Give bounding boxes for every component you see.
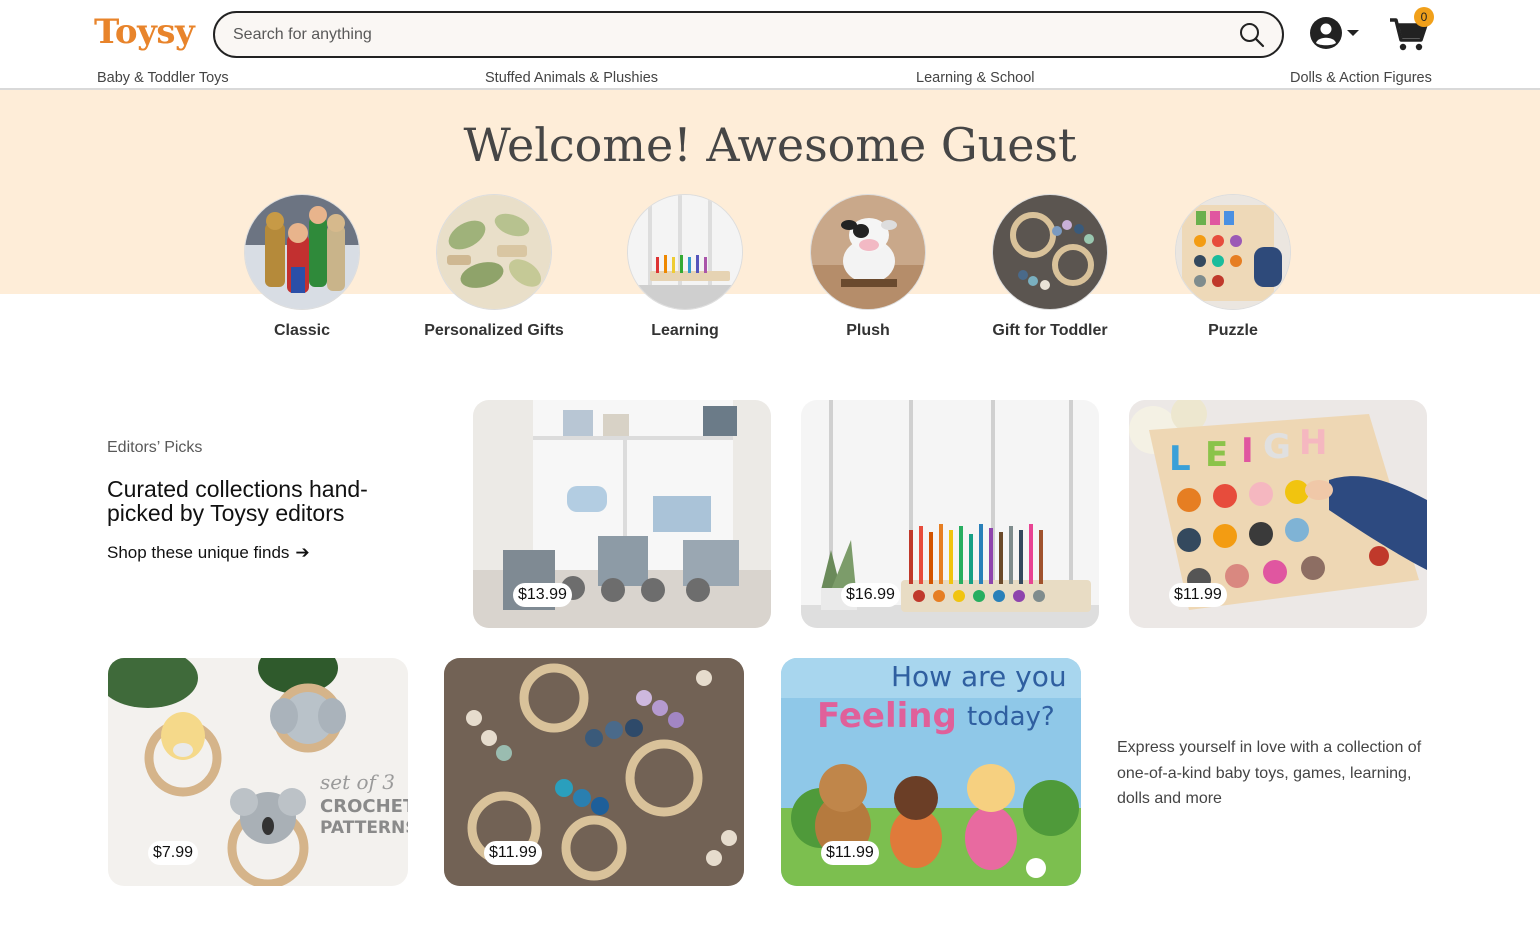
price-tag: $7.99 — [148, 841, 199, 865]
product-card[interactable]: $16.99 — [801, 400, 1099, 628]
price-tag: $11.99 — [821, 841, 879, 865]
category-learning[interactable]: Learning — [600, 194, 770, 340]
editors-picks-title: Curated collections hand-picked by Toysy… — [107, 476, 368, 526]
site-header: Toysy 0 Baby & Toddler Toys Stuffed Ani — [0, 0, 1540, 90]
svg-text:L: L — [1169, 439, 1191, 479]
arrow-right-icon: ➔ — [295, 543, 310, 562]
product-card[interactable]: set of 3 CROCHET PATTERNS $7.99 — [108, 658, 408, 886]
svg-text:E: E — [1205, 435, 1228, 475]
price-tag: $16.99 — [841, 583, 900, 607]
overlay-text: set of 3 — [320, 770, 396, 794]
editors-picks-kicker: Editors’ Picks — [107, 439, 203, 456]
category-label: Learning — [651, 322, 719, 339]
price-tag: $13.99 — [513, 583, 572, 607]
user-avatar-icon — [1310, 17, 1342, 49]
category-image — [244, 194, 360, 310]
category-gift-for-toddler[interactable]: Gift for Toddler — [965, 194, 1135, 340]
svg-text:H: H — [1299, 423, 1327, 463]
category-plush[interactable]: Plush — [783, 194, 953, 340]
category-image — [436, 194, 552, 310]
category-image — [627, 194, 743, 310]
product-card[interactable]: L E I G H $11.99 — [1129, 400, 1427, 628]
shop-unique-finds-link[interactable]: Shop these unique finds ➔ — [107, 543, 310, 563]
svg-text:G: G — [1263, 427, 1291, 467]
chevron-down-icon — [1347, 30, 1359, 36]
svg-text:I: I — [1241, 431, 1254, 471]
search-button[interactable] — [1232, 19, 1272, 51]
cart-count-badge: 0 — [1414, 7, 1434, 27]
price-tag: $11.99 — [484, 841, 542, 865]
product-card[interactable]: $11.99 — [444, 658, 744, 886]
price-tag: $11.99 — [1169, 583, 1227, 607]
overlay-text: Feeling — [817, 696, 957, 736]
overlay-text: How are you — [891, 660, 1067, 693]
category-label: Classic — [273, 322, 331, 339]
overlay-text: CROCHET — [320, 796, 408, 817]
site-logo[interactable]: Toysy — [94, 12, 195, 52]
search-input[interactable] — [233, 13, 1213, 56]
category-puzzle[interactable]: Puzzle — [1148, 194, 1318, 340]
account-menu-button[interactable] — [1308, 15, 1360, 51]
collection-blurb: Express yourself in love with a collecti… — [1117, 739, 1422, 807]
category-label: Gift for Toddler — [992, 322, 1108, 339]
nav-stuffed-animals[interactable]: Stuffed Animals & Plushies — [485, 70, 658, 86]
category-image — [810, 194, 926, 310]
category-image — [992, 194, 1108, 310]
category-label: Puzzle — [1208, 322, 1258, 339]
product-card[interactable]: How are you Feeling today? $11.99 — [781, 658, 1081, 886]
nav-learning-school[interactable]: Learning & School — [916, 70, 1035, 86]
category-label: Plush — [846, 322, 890, 339]
overlay-text: PATTERNS — [320, 818, 408, 838]
nav-baby-toddler-toys[interactable]: Baby & Toddler Toys — [97, 70, 229, 86]
category-classic[interactable]: Classic — [217, 194, 387, 340]
welcome-heading: Welcome! Awesome Guest — [463, 118, 1077, 172]
search-icon — [1240, 23, 1265, 48]
category-label: Personalized Gifts — [424, 322, 564, 339]
shop-link-label: Shop these unique finds — [107, 543, 290, 562]
category-image — [1175, 194, 1291, 310]
category-personalized-gifts[interactable]: Personalized Gifts — [409, 194, 579, 340]
overlay-text: today? — [967, 702, 1055, 732]
product-card[interactable]: $13.99 — [473, 400, 771, 628]
nav-dolls-action-figures[interactable]: Dolls & Action Figures — [1290, 70, 1432, 86]
search-bar — [213, 11, 1284, 58]
